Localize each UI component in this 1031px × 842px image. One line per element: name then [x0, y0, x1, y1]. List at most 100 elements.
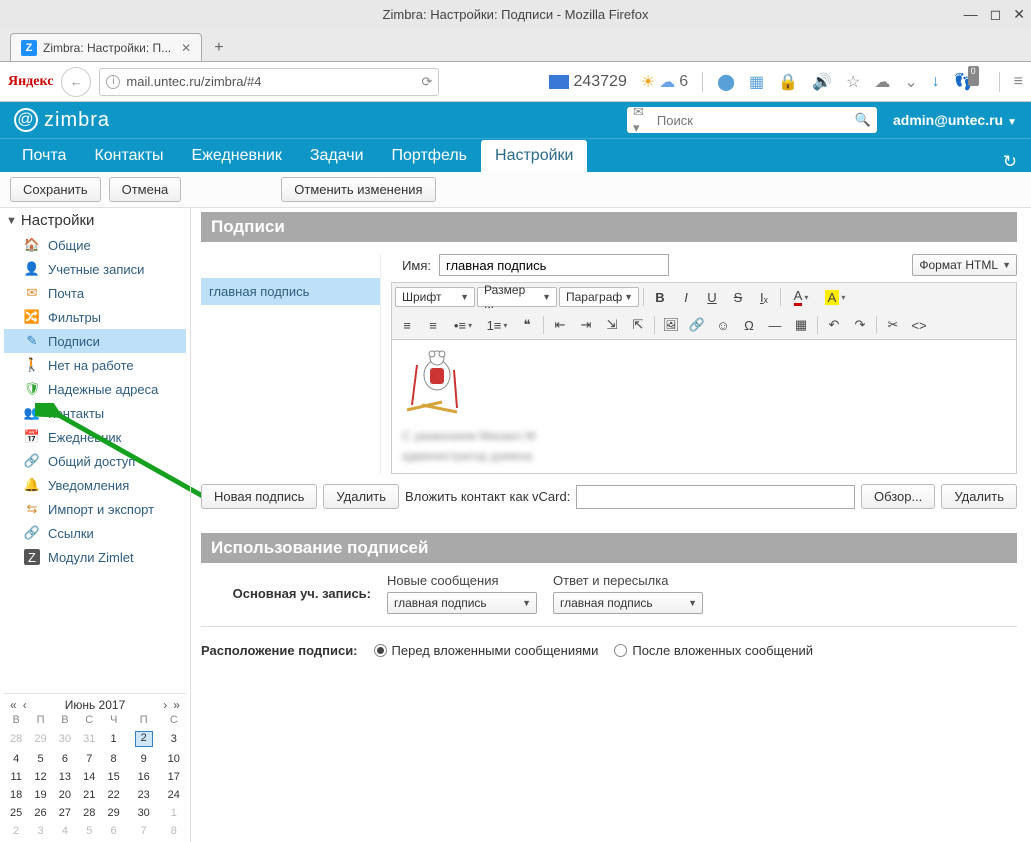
cal-next-year-icon[interactable]: » [171, 698, 182, 712]
paragraph-select[interactable]: Параграф [559, 287, 639, 307]
calendar-day[interactable]: 3 [162, 728, 186, 750]
nav-contacts[interactable]: Контакты [80, 140, 177, 172]
quote-icon[interactable]: ❝ [515, 314, 539, 336]
sidebar-item-4[interactable]: ✎Подписи [4, 329, 186, 353]
editor-content[interactable]: С уважением Михаил М администратор домен… [391, 340, 1017, 474]
calendar-day[interactable]: 6 [53, 750, 77, 768]
calendar-day[interactable]: 26 [28, 804, 52, 822]
calendar-day[interactable]: 4 [4, 750, 28, 768]
new-tab-button[interactable]: + [208, 35, 229, 61]
special-char-icon[interactable]: Ω [737, 314, 761, 336]
italic-icon[interactable]: I [674, 286, 698, 308]
ext-lock-icon[interactable]: 🔒 [778, 72, 798, 92]
window-minimize-icon[interactable]: — [964, 6, 978, 22]
ext-sound-icon[interactable]: 🔊 [812, 72, 832, 92]
text-color-icon[interactable]: A [785, 286, 817, 308]
sidebar-header[interactable]: ▼Настройки [6, 212, 186, 229]
window-maximize-icon[interactable]: ◻ [990, 6, 1002, 23]
calendar-day[interactable]: 29 [101, 804, 125, 822]
sub-icon[interactable]: ⇲ [600, 314, 624, 336]
calendar-day[interactable]: 2 [126, 728, 162, 750]
calendar-day[interactable]: 24 [162, 786, 186, 804]
window-close-icon[interactable]: ✕ [1013, 6, 1025, 23]
calendar-day[interactable]: 25 [4, 804, 28, 822]
sidebar-item-2[interactable]: ✉Почта [4, 281, 186, 305]
undo-icon[interactable]: ↶ [822, 314, 846, 336]
browse-button[interactable]: Обзор... [861, 484, 935, 509]
sidebar-item-11[interactable]: ⇆Импорт и экспорт [4, 497, 186, 521]
calendar-day[interactable]: 21 [77, 786, 101, 804]
ext-star-icon[interactable]: ☆ [846, 72, 860, 92]
calendar-day[interactable]: 11 [4, 768, 28, 786]
sidebar-item-3[interactable]: 🔀Фильтры [4, 305, 186, 329]
calendar-day[interactable]: 28 [4, 728, 28, 750]
calendar-day[interactable]: 8 [101, 750, 125, 768]
calendar-day[interactable]: 5 [28, 750, 52, 768]
outdent-icon[interactable]: ⇤ [548, 314, 572, 336]
reload-icon[interactable]: ⟳ [422, 74, 433, 90]
calendar-day[interactable]: 28 [77, 804, 101, 822]
calendar-day[interactable]: 2 [4, 822, 28, 840]
nav-calendar[interactable]: Ежедневник [178, 140, 296, 172]
new-signature-button[interactable]: Новая подпись [201, 484, 317, 509]
vcard-input[interactable] [576, 485, 855, 509]
nav-mail[interactable]: Почта [8, 140, 80, 172]
save-button[interactable]: Сохранить [10, 177, 101, 202]
calendar-day[interactable]: 7 [126, 822, 162, 840]
cal-title[interactable]: Июнь 2017 [65, 698, 126, 712]
cal-next-month-icon[interactable]: › [161, 698, 169, 712]
placement-below-radio[interactable]: После вложенных сообщений [614, 643, 813, 658]
calendar-day[interactable]: 30 [126, 804, 162, 822]
font-size-select[interactable]: Размер ... [477, 287, 557, 307]
calendar-day[interactable]: 18 [4, 786, 28, 804]
calendar-day[interactable]: 8 [162, 822, 186, 840]
hr-icon[interactable]: — [763, 314, 787, 336]
calendar-day[interactable]: 4 [53, 822, 77, 840]
table-icon[interactable]: ▦ [789, 314, 813, 336]
calendar-day[interactable]: 20 [53, 786, 77, 804]
calendar-day[interactable]: 1 [162, 804, 186, 822]
calendar-day[interactable]: 1 [101, 728, 125, 750]
signature-list-item[interactable]: главная подпись [201, 278, 380, 305]
image-icon[interactable]: 🖼 [659, 314, 683, 336]
calendar-day[interactable]: 10 [162, 750, 186, 768]
nav-tasks[interactable]: Задачи [296, 140, 378, 172]
search-icon[interactable]: 🔍 [855, 112, 871, 128]
calendar-day[interactable]: 3 [28, 822, 52, 840]
nav-settings[interactable]: Настройки [481, 140, 587, 172]
underline-icon[interactable]: U [700, 286, 724, 308]
refresh-icon[interactable]: ↻ [1003, 152, 1017, 172]
yandex-label[interactable]: Яндекс [8, 74, 53, 90]
sidebar-item-1[interactable]: 👤Учетные записи [4, 257, 186, 281]
delete-vcard-button[interactable]: Удалить [941, 484, 1017, 509]
cal-prev-month-icon[interactable]: ‹ [21, 698, 29, 712]
align-center-icon[interactable]: ≡ [421, 314, 445, 336]
redo-icon[interactable]: ↷ [848, 314, 872, 336]
menu-icon[interactable]: ≡ [1014, 73, 1023, 91]
tab-close-icon[interactable]: ✕ [181, 41, 191, 55]
calendar-day[interactable]: 7 [77, 750, 101, 768]
calendar-day[interactable]: 27 [53, 804, 77, 822]
browser-tab[interactable]: Z Zimbra: Настройки: П... ✕ [10, 33, 202, 61]
format-select[interactable]: Формат HTML [912, 254, 1017, 276]
align-left-icon[interactable]: ≡ [395, 314, 419, 336]
calendar-day[interactable]: 22 [101, 786, 125, 804]
sup-icon[interactable]: ⇱ [626, 314, 650, 336]
clear-format-icon[interactable]: Iₓ [752, 286, 776, 308]
bold-icon[interactable]: B [648, 286, 672, 308]
sidebar-item-5[interactable]: 🚶Нет на работе [4, 353, 186, 377]
ext-badge-icon[interactable]: 👣0 [954, 72, 985, 92]
sidebar-item-9[interactable]: 🔗Общий доступ [4, 449, 186, 473]
calendar-grid[interactable]: ВПВСЧПС282930311234567891011121314151617… [4, 712, 186, 840]
revert-button[interactable]: Отменить изменения [281, 177, 435, 202]
mail-icon[interactable]: 243729 [549, 73, 626, 91]
number-list-icon[interactable]: 1≡ [481, 314, 513, 336]
weather-widget[interactable]: ☀☁ 6 [641, 72, 688, 92]
bullet-list-icon[interactable]: •≡ [447, 314, 479, 336]
strike-icon[interactable]: S [726, 286, 750, 308]
font-select[interactable]: Шрифт [395, 287, 475, 307]
user-menu[interactable]: admin@untec.ru▼ [893, 112, 1017, 128]
search-input[interactable] [651, 112, 855, 129]
ext-cloud-icon[interactable]: ☁ [874, 72, 890, 92]
calendar-day[interactable]: 16 [126, 768, 162, 786]
